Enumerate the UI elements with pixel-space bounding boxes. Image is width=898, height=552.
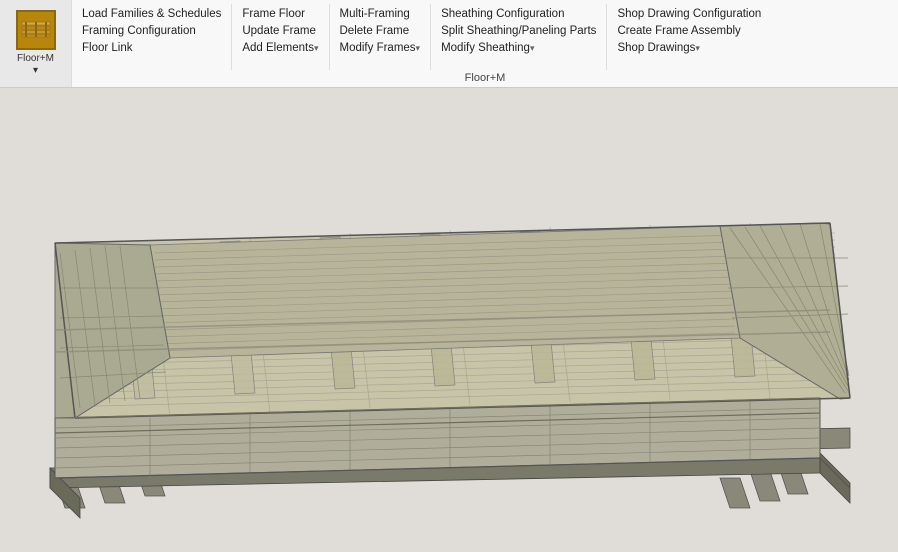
app-icon xyxy=(16,10,56,50)
ribbon-section-5: Shop Drawing Configuration Create Frame … xyxy=(607,4,771,70)
delete-frame-button[interactable]: Delete Frame xyxy=(336,23,425,39)
ribbon-section-2: Frame Floor Update Frame Add Elements xyxy=(232,4,329,70)
app-label: Floor+M ▾ xyxy=(17,53,54,77)
sheathing-config-button[interactable]: Sheathing Configuration xyxy=(437,6,600,22)
ribbon-section-4: Sheathing Configuration Split Sheathing/… xyxy=(431,4,607,70)
ribbon-sections: Load Families & Schedules Framing Config… xyxy=(72,0,898,70)
split-sheathing-button[interactable]: Split Sheathing/Paneling Parts xyxy=(437,23,600,39)
shop-drawings-button[interactable]: Shop Drawings xyxy=(613,40,765,56)
viewport-3d[interactable] xyxy=(0,88,898,552)
floor-link-button[interactable]: Floor Link xyxy=(78,40,225,56)
add-elements-button[interactable]: Add Elements xyxy=(238,40,322,56)
ribbon-toolbar: Floor+M ▾ Load Families & Schedules Fram… xyxy=(0,0,898,88)
update-frame-button[interactable]: Update Frame xyxy=(238,23,322,39)
create-frame-assembly-button[interactable]: Create Frame Assembly xyxy=(613,23,765,39)
ribbon-section-1: Load Families & Schedules Framing Config… xyxy=(72,4,232,70)
modify-sheathing-button[interactable]: Modify Sheathing xyxy=(437,40,600,56)
shop-drawing-config-button[interactable]: Shop Drawing Configuration xyxy=(613,6,765,22)
frame-floor-button[interactable]: Frame Floor xyxy=(238,6,322,22)
load-families-button[interactable]: Load Families & Schedules xyxy=(78,6,225,22)
ribbon-tab-label: Floor+M xyxy=(72,70,898,87)
multi-framing-button[interactable]: Multi-Framing xyxy=(336,6,425,22)
app-button[interactable]: Floor+M ▾ xyxy=(0,0,72,87)
modify-frames-button[interactable]: Modify Frames xyxy=(336,40,425,56)
framing-config-button[interactable]: Framing Configuration xyxy=(78,23,225,39)
building-svg xyxy=(0,88,898,552)
ribbon-section-3: Multi-Framing Delete Frame Modify Frames xyxy=(330,4,432,70)
